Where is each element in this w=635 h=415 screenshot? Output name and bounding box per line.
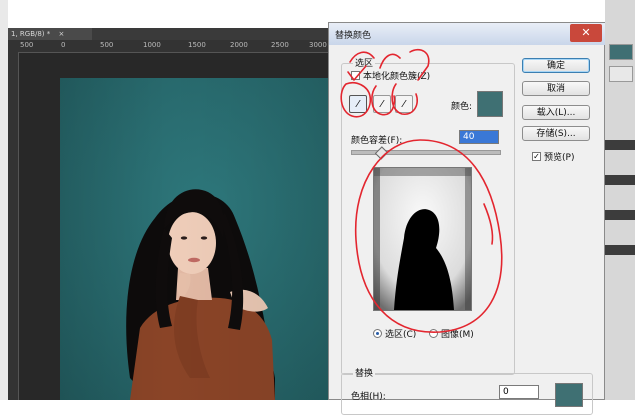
document-tab[interactable]: 1, RGB/8) * × bbox=[8, 28, 92, 40]
right-panels bbox=[605, 0, 635, 400]
cancel-button[interactable]: 取消 bbox=[522, 81, 590, 96]
ok-button[interactable]: 确定 bbox=[522, 58, 590, 73]
eyedropper-plus-icon: ⁄ bbox=[381, 99, 383, 110]
save-button[interactable]: 存储(S)... bbox=[522, 126, 590, 141]
eyedropper-icon: ⁄ bbox=[357, 99, 359, 110]
localized-clusters-checkbox[interactable] bbox=[351, 71, 360, 80]
ruler-tick: 500 bbox=[20, 41, 34, 49]
selection-preview bbox=[373, 167, 472, 311]
replacement-group-label: 替换 bbox=[353, 366, 376, 379]
color-label: 颜色: bbox=[451, 102, 473, 112]
horizontal-ruler: 500 0 500 1000 1500 2000 2500 3000 bbox=[8, 40, 330, 53]
panel-tab-bar[interactable] bbox=[605, 175, 635, 185]
vertical-ruler bbox=[8, 52, 19, 400]
ruler-tick: 1500 bbox=[188, 41, 206, 49]
view-selection-label: 选区(C) bbox=[385, 330, 417, 340]
preview-checkbox[interactable]: ✓ bbox=[532, 152, 541, 161]
load-button[interactable]: 载入(L)... bbox=[522, 105, 590, 120]
close-button[interactable]: ✕ bbox=[570, 24, 602, 42]
photo-overlay bbox=[60, 78, 330, 400]
selection-color-swatch[interactable] bbox=[477, 91, 503, 117]
close-tab-icon[interactable]: × bbox=[59, 30, 65, 38]
fuzziness-label: 颜色容差(F): bbox=[351, 136, 403, 146]
replace-color-dialog: 替换颜色 ✕ 选区 本地化颜色簇(Z) ⁄ ⁄ ⁄ 颜色: 颜色容差(F): 4… bbox=[328, 22, 605, 415]
fuzziness-slider-track[interactable] bbox=[351, 150, 501, 155]
ruler-tick: 2000 bbox=[230, 41, 248, 49]
preview-label: 预览(P) bbox=[544, 153, 575, 163]
hue-label: 色相(H): bbox=[351, 392, 386, 402]
ruler-tick: 1000 bbox=[143, 41, 161, 49]
dialog-title: 替换颜色 bbox=[335, 31, 372, 41]
view-image-label: 图像(M) bbox=[441, 330, 474, 340]
panel-color-swatch[interactable] bbox=[609, 44, 633, 60]
toolbar-strip bbox=[0, 0, 8, 400]
localized-clusters-label: 本地化颜色簇(Z) bbox=[363, 72, 431, 82]
selection-mask-image bbox=[374, 168, 471, 310]
ruler-tick: 3000 bbox=[309, 41, 327, 49]
dialog-titlebar[interactable]: 替换颜色 ✕ bbox=[329, 23, 605, 45]
eyedropper-tool[interactable]: ⁄ bbox=[349, 95, 367, 113]
selection-group-label: 选区 bbox=[353, 56, 376, 69]
result-color-swatch[interactable] bbox=[555, 383, 583, 407]
panel-tab-bar[interactable] bbox=[605, 210, 635, 220]
fuzziness-input[interactable]: 40 bbox=[459, 130, 499, 144]
ruler-tick: 0 bbox=[61, 41, 66, 49]
document-tab-label: 1, RGB/8) * bbox=[11, 30, 51, 38]
view-image-radio[interactable] bbox=[429, 329, 438, 338]
ruler-tick: 500 bbox=[100, 41, 114, 49]
subtract-from-sample-tool[interactable]: ⁄ bbox=[395, 95, 413, 113]
panel-tab-bar[interactable] bbox=[605, 245, 635, 255]
panel-color-swatch[interactable] bbox=[609, 66, 633, 82]
view-selection-radio[interactable] bbox=[373, 329, 382, 338]
hue-input[interactable]: 0 bbox=[499, 385, 539, 399]
document-photo bbox=[60, 78, 330, 400]
ruler-tick: 2500 bbox=[271, 41, 289, 49]
panel-tab-bar[interactable] bbox=[605, 140, 635, 150]
add-to-sample-tool[interactable]: ⁄ bbox=[373, 95, 391, 113]
eyedropper-minus-icon: ⁄ bbox=[403, 99, 405, 110]
